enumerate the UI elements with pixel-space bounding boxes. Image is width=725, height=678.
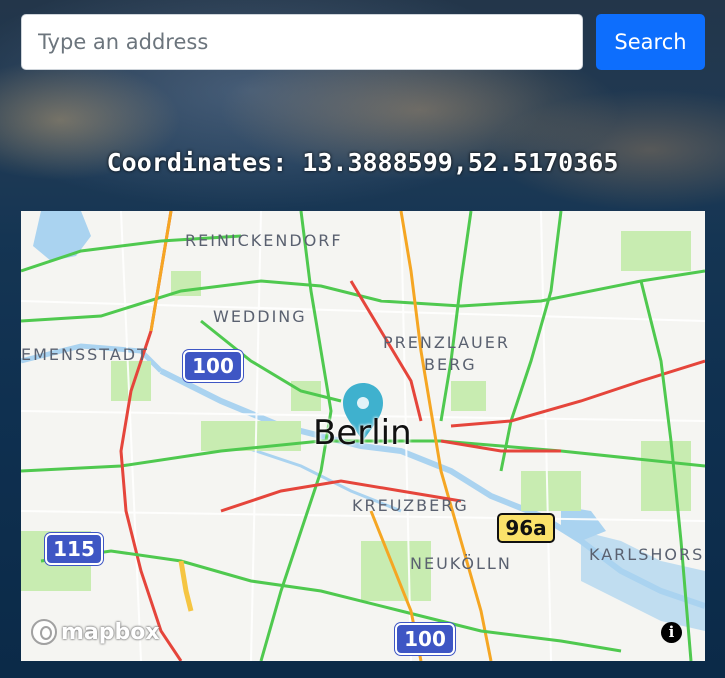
map[interactable]: REINICKENDORF WEDDING EMENSSTADT PRENZLA… <box>21 211 705 661</box>
district-label-kreuzberg: KREUZBERG <box>352 496 469 515</box>
highway-shield-a100: 100 <box>183 350 243 382</box>
park-northeast <box>621 231 691 271</box>
highway-shield-a100-south: 100 <box>395 623 455 655</box>
water-lake-tegel <box>33 211 91 261</box>
district-label-reinickendorf: REINICKENDORF <box>185 231 343 250</box>
district-label-neukolln: NEUKÖLLN <box>410 554 512 573</box>
district-label-siemensstadt: EMENSSTADT <box>21 345 149 364</box>
attribution-info-icon[interactable]: i <box>661 622 682 643</box>
highway-shield-a115: 115 <box>45 533 103 565</box>
park-friedrichshain <box>451 381 486 411</box>
mapbox-logo-icon <box>31 619 57 645</box>
city-label-berlin: Berlin <box>313 413 412 453</box>
district-label-wedding: WEDDING <box>213 307 307 326</box>
district-label-prenzlauer: PRENZLAUER <box>383 333 510 352</box>
search-button[interactable]: Search <box>596 14 705 70</box>
mapbox-logo-text: mapbox <box>61 619 160 645</box>
mapbox-logo[interactable]: mapbox <box>31 619 160 645</box>
park-treptow <box>521 471 581 511</box>
district-label-berg: BERG <box>424 355 477 374</box>
coordinates-display: Coordinates: 13.3888599,52.5170365 <box>106 148 619 177</box>
district-label-karlshorst: KARLSHORS <box>589 545 705 564</box>
road-shield-b96a: 96a <box>497 513 555 543</box>
park-east <box>641 441 691 511</box>
search-bar: Search <box>21 14 705 70</box>
address-input[interactable] <box>21 14 583 70</box>
